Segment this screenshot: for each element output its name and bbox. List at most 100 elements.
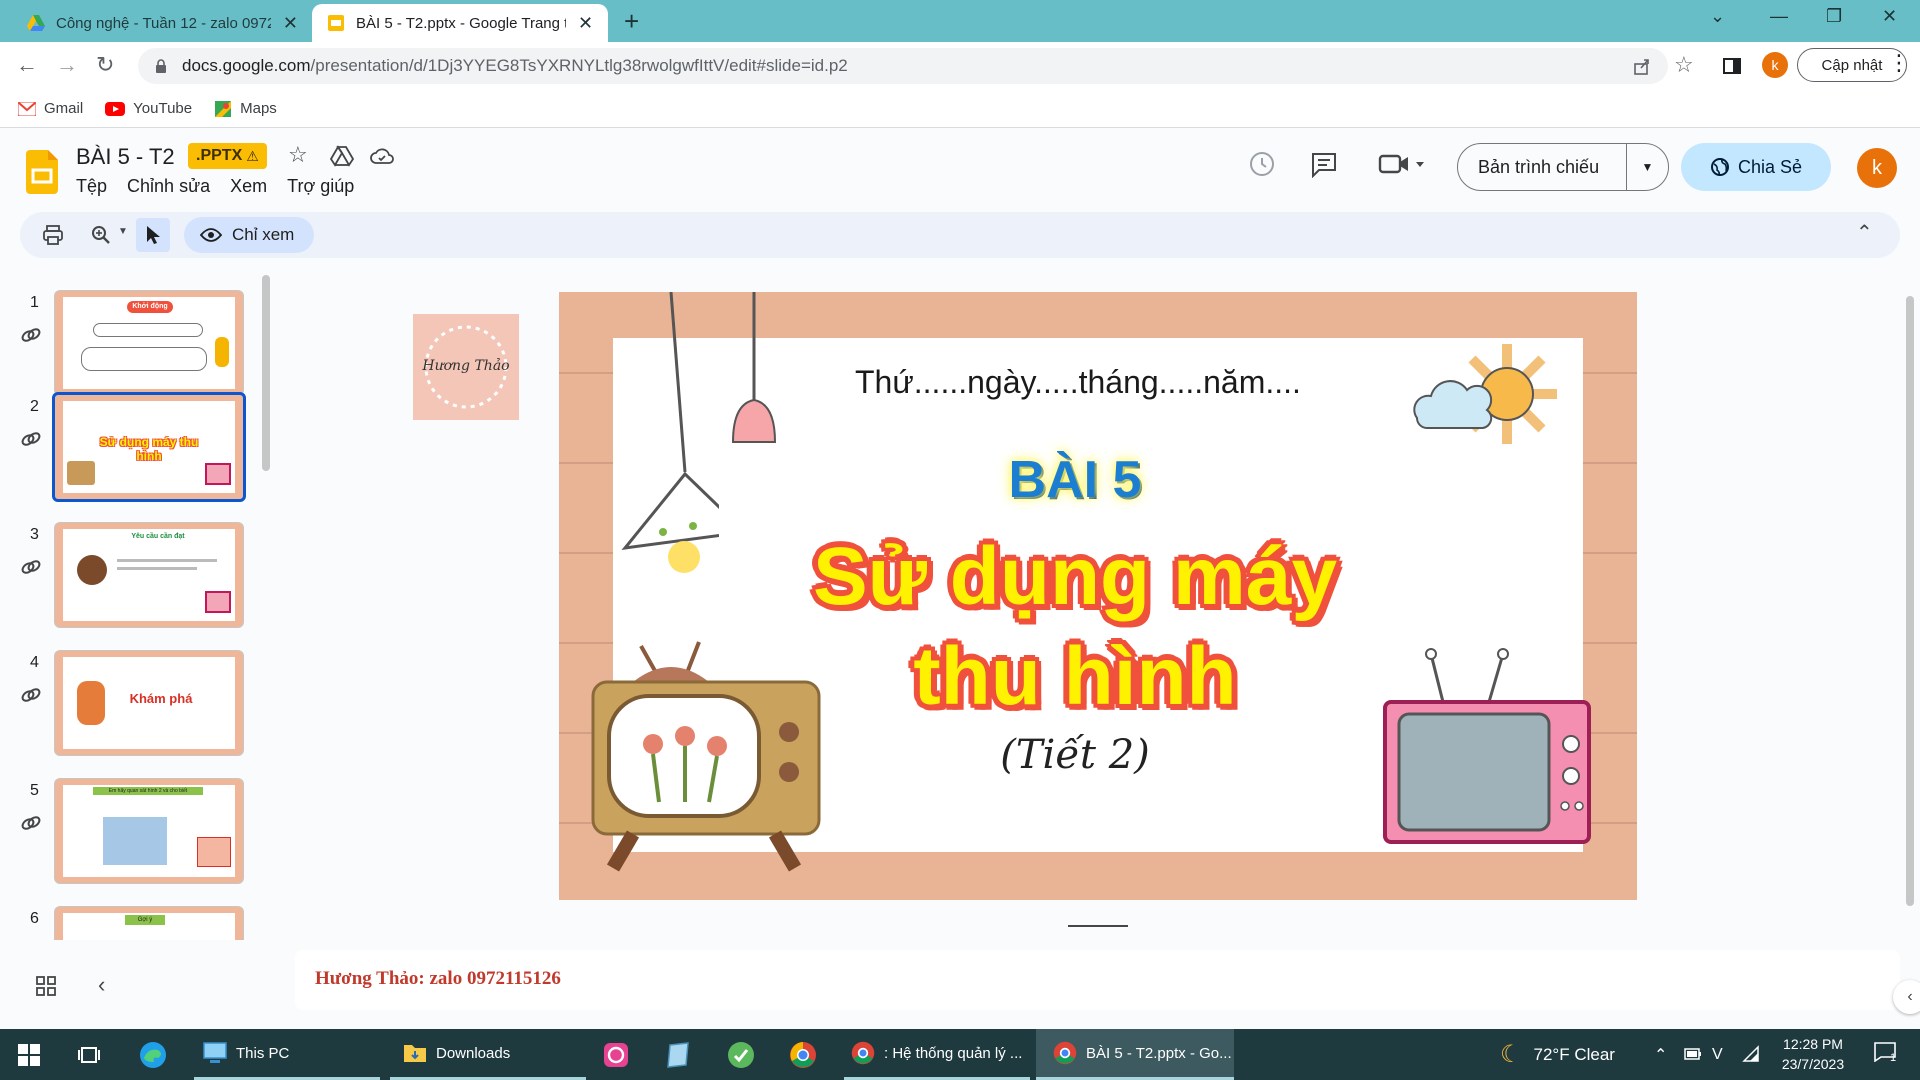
menu-help[interactable]: Trợ giúp xyxy=(287,176,354,197)
notification-center[interactable]: 1 xyxy=(1874,1042,1904,1068)
pptx-badge[interactable]: .PPTX ⚠ xyxy=(188,143,267,169)
close-icon[interactable]: ✕ xyxy=(283,13,298,34)
thumbnail-tv-left xyxy=(67,461,95,485)
system-clock[interactable]: 12:28 PM 23/7/2023 xyxy=(1766,1034,1860,1074)
back-arrow-icon[interactable]: ← xyxy=(16,52,38,78)
minimize-icon[interactable]: — xyxy=(1770,6,1788,27)
document-title[interactable]: BÀI 5 - T2 xyxy=(76,144,175,170)
star-icon[interactable]: ☆ xyxy=(288,142,308,168)
collapse-filmstrip-chevron-icon[interactable]: ‹ xyxy=(98,972,105,998)
profile-avatar[interactable]: k xyxy=(1762,52,1788,78)
taskbar-this-pc[interactable]: This PC xyxy=(194,1029,380,1080)
paper-app-icon[interactable] xyxy=(664,1041,692,1069)
view-only-chip[interactable]: Chỉ xem xyxy=(184,217,315,253)
filmstrip-slide-6[interactable]: 6 Gợi ý xyxy=(0,906,262,940)
slide-scrollbar[interactable] xyxy=(1906,296,1914,906)
thumbnail-canvas: Gợi ý xyxy=(63,913,235,940)
side-panel-toggle-chevron-icon[interactable]: ‹ xyxy=(1893,980,1920,1014)
account-avatar[interactable]: k xyxy=(1857,148,1897,188)
slide-thumbnail[interactable]: Khởi động xyxy=(54,290,244,396)
input-method-icon[interactable]: V xyxy=(1712,1029,1723,1080)
side-panel-icon[interactable] xyxy=(1722,56,1742,76)
reload-icon[interactable]: ↻ xyxy=(96,52,114,78)
menu-edit[interactable]: Chỉnh sửa xyxy=(127,176,210,197)
kebab-menu-icon[interactable]: ⋮ xyxy=(1888,50,1910,76)
taskbar-downloads[interactable]: Downloads xyxy=(390,1029,586,1080)
thumbnail-discussion-figure xyxy=(197,837,231,867)
zoom-dropdown-icon[interactable]: ▼ xyxy=(118,226,128,237)
new-tab-plus-icon[interactable]: + xyxy=(624,6,639,37)
print-icon[interactable] xyxy=(42,224,64,246)
slide-thumbnail[interactable]: Yêu cầu cần đạt xyxy=(54,522,244,628)
meet-camera-icon[interactable] xyxy=(1378,150,1426,178)
filmstrip-slide-2[interactable]: 2 Sử dụng máy thu hình xyxy=(0,392,262,514)
taskbar-chrome-window-2[interactable]: BÀI 5 - T2.pptx - Go... xyxy=(1036,1029,1234,1080)
thumbnail-caption: Em hãy quan sát hình 2 và cho biết xyxy=(93,787,203,795)
tab-search-chevron-icon[interactable]: ⌄ xyxy=(1710,6,1725,27)
slide-thumbnail[interactable]: Gợi ý xyxy=(54,906,244,940)
browser-tab-title: Công nghệ - Tuần 12 - zalo 0972115126 xyxy=(56,14,271,32)
taskbar-chrome-window-1[interactable]: : Hệ thống quản lý ... xyxy=(844,1029,1030,1080)
task-view-icon[interactable] xyxy=(78,1044,100,1066)
tray-chevron-icon[interactable]: ⌃ xyxy=(1654,1029,1667,1080)
thumbnail-girl-figure xyxy=(215,337,229,367)
slide-thumbnail-selected[interactable]: Sử dụng máy thu hình xyxy=(52,392,246,502)
notes-resize-handle[interactable] xyxy=(1068,925,1128,927)
edge-browser-icon[interactable] xyxy=(138,1040,168,1070)
slide-number: 5 xyxy=(30,782,39,799)
zoom-icon[interactable] xyxy=(90,224,112,246)
comments-icon[interactable] xyxy=(1310,150,1338,178)
slide-thumbnail[interactable]: Em hãy quan sát hình 2 và cho biết xyxy=(54,778,244,884)
view-only-label: Chỉ xem xyxy=(232,225,295,244)
share-page-icon[interactable] xyxy=(1632,56,1652,76)
menu-view[interactable]: Xem xyxy=(230,176,267,197)
cloud-saved-icon[interactable] xyxy=(370,145,394,167)
browser-tab-2[interactable]: BÀI 5 - T2.pptx - Google Trang trình bày… xyxy=(312,4,608,42)
filmstrip-scrollbar[interactable] xyxy=(262,275,270,471)
select-cursor-icon[interactable] xyxy=(144,224,164,246)
slideshow-dropdown-icon[interactable]: ▼ xyxy=(1627,160,1668,174)
weather-widget[interactable]: ☾ 72°F Clear xyxy=(1500,1029,1615,1080)
photo-app-icon[interactable] xyxy=(602,1041,630,1069)
chrome-icon[interactable] xyxy=(788,1040,818,1070)
forward-arrow-icon[interactable]: → xyxy=(56,52,78,78)
slideshow-label: Bản trình chiếu xyxy=(1478,156,1600,177)
eye-icon xyxy=(200,228,222,242)
green-app-icon[interactable] xyxy=(726,1040,756,1070)
linked-slide-icon xyxy=(21,688,41,702)
windows-start-icon[interactable] xyxy=(18,1044,40,1066)
share-button[interactable]: Chia Sẻ xyxy=(1681,143,1831,191)
bookmark-star-icon[interactable]: ☆ xyxy=(1674,52,1694,78)
bookmark-maps[interactable]: Maps xyxy=(214,100,277,118)
restore-icon[interactable]: ❐ xyxy=(1826,6,1842,27)
collapse-chevron-icon[interactable]: ⌃ xyxy=(1856,220,1873,245)
move-to-drive-icon[interactable] xyxy=(330,145,354,167)
bookmark-youtube[interactable]: YouTube xyxy=(105,100,192,117)
thumbnail-caption: Yêu cầu cần đạt xyxy=(131,533,185,540)
battery-icon[interactable] xyxy=(1684,1048,1702,1060)
chrome-icon xyxy=(851,1041,875,1065)
browser-tab-1[interactable]: Công nghệ - Tuần 12 - zalo 0972115126 ✕ xyxy=(12,4,312,42)
thumbnail-girl-figure xyxy=(77,681,105,725)
thumbnail-canvas: Khám phá xyxy=(63,657,235,749)
url-omnibox[interactable]: docs.google.com/presentation/d/1Dj3YYEG8… xyxy=(138,48,1668,84)
filmstrip-slide-5[interactable]: 5 Em hãy quan sát hình 2 và cho biết xyxy=(0,778,262,898)
speaker-notes[interactable]: Hương Thảo: zalo 0972115126 xyxy=(295,950,1900,1010)
close-icon[interactable]: ✕ xyxy=(578,13,593,34)
filmstrip-slide-4[interactable]: 4 Khám phá xyxy=(0,650,262,770)
pptx-badge-label: .PPTX xyxy=(196,147,243,164)
bookmark-gmail[interactable]: Gmail xyxy=(18,100,83,117)
thumbnail-canvas: Yêu cầu cần đạt xyxy=(63,529,235,621)
slide-canvas[interactable]: Thứ......ngày.....tháng.....năm.... BÀI … xyxy=(559,292,1637,900)
bookmarks-bar: Gmail YouTube Maps xyxy=(0,90,1920,128)
menu-file[interactable]: Tệp xyxy=(76,176,107,197)
filmstrip-slide-3[interactable]: 3 Yêu cầu cần đạt xyxy=(0,522,262,642)
grid-view-icon[interactable] xyxy=(36,976,56,996)
slideshow-button[interactable]: Bản trình chiếu ▼ xyxy=(1457,143,1669,191)
version-history-icon[interactable] xyxy=(1248,150,1276,178)
slide-thumbnail[interactable]: Khám phá xyxy=(54,650,244,756)
google-slides-logo-icon[interactable] xyxy=(26,150,58,194)
thumbnail-boy-figure xyxy=(77,555,107,585)
close-window-icon[interactable]: ✕ xyxy=(1882,6,1897,27)
wifi-icon[interactable] xyxy=(1742,1045,1760,1063)
